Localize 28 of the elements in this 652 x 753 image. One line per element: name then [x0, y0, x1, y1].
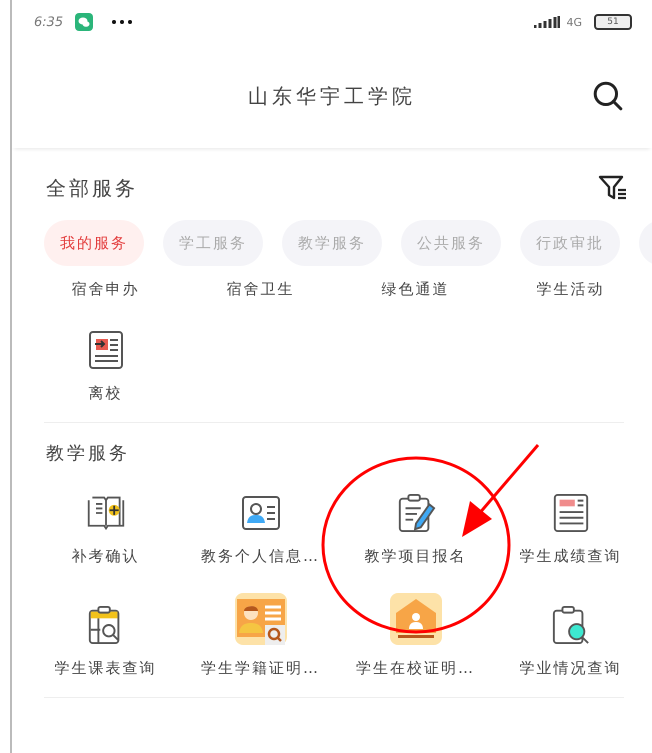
school-building-icon: [390, 592, 442, 644]
clipboard-search-icon: [550, 604, 590, 644]
service-item[interactable]: 教学项目报名: [338, 473, 493, 585]
service-item[interactable]: 补考确认: [28, 473, 183, 585]
battery-icon: 51: [594, 14, 632, 30]
service-item[interactable]: 学生成绩查询: [493, 473, 648, 585]
student-card-icon: [234, 592, 286, 644]
service-item[interactable]: 学生在校证明…: [338, 585, 493, 697]
service-item[interactable]: 绿色通道: [338, 266, 493, 310]
section-title: 教学服务: [46, 442, 130, 465]
section-title: 全部服务: [46, 174, 138, 202]
page-title: 山东华宇工学院: [248, 82, 416, 110]
service-item[interactable]: 宿舍卫生: [183, 266, 338, 310]
status-time: 6:35: [34, 14, 64, 30]
service-item[interactable]: 宿舍申办: [28, 266, 183, 310]
service-item[interactable]: 学生学籍证明…: [183, 585, 338, 697]
service-item[interactable]: 学生活动: [493, 266, 648, 310]
signal-icon: [534, 15, 560, 29]
network-type: 4G: [566, 16, 582, 28]
more-icon: [111, 19, 134, 25]
service-item[interactable]: 教务个人信息…: [183, 473, 338, 585]
filter-icon[interactable]: [598, 175, 628, 201]
search-icon[interactable]: [592, 80, 624, 112]
service-item[interactable]: 学生课表查询: [28, 585, 183, 697]
service-item[interactable]: 离校: [28, 310, 183, 422]
service-item[interactable]: 学业情况查询: [493, 585, 648, 697]
chat-app-icon: [75, 13, 94, 31]
category-tab[interactable]: 我的服务: [44, 220, 144, 266]
